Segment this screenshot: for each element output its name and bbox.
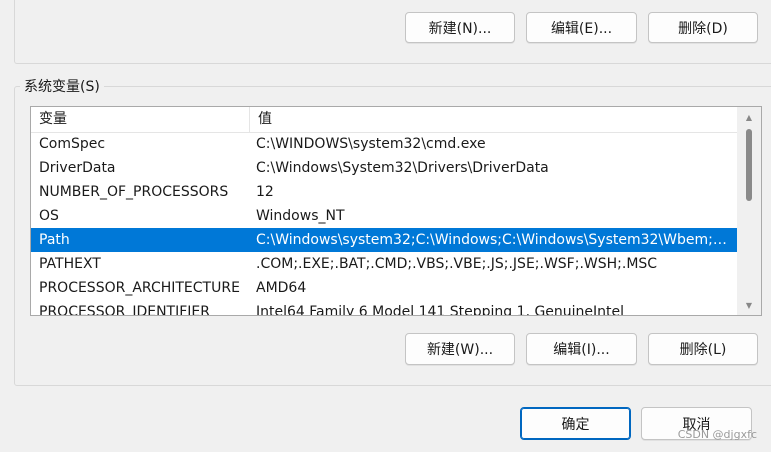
variable-name-cell: PATHEXT	[39, 256, 101, 272]
system-new-button[interactable]: 新建(W)...	[405, 333, 515, 365]
scroll-up-arrow-icon[interactable]: ▲	[737, 109, 761, 125]
variable-name-cell: NUMBER_OF_PROCESSORS	[39, 184, 229, 200]
table-row[interactable]: PROCESSOR_ARCHITECTURE AMD64	[31, 276, 737, 300]
column-header-name[interactable]: 变量	[31, 107, 249, 132]
variable-name-cell: ComSpec	[39, 136, 106, 152]
variable-value-cell: AMD64	[256, 280, 307, 296]
variable-value-cell: C:\Windows\system32;C:\Windows;C:\Window…	[256, 232, 734, 248]
system-variables-legend: 系统变量(S)	[20, 76, 104, 96]
list-rows: ComSpec C:\WINDOWS\system32\cmd.exe Driver…	[31, 132, 737, 316]
table-row[interactable]: NUMBER_OF_PROCESSORS 12	[31, 180, 737, 204]
table-row[interactable]: ComSpec C:\WINDOWS\system32\cmd.exe	[31, 132, 737, 156]
table-row[interactable]: PROCESSOR_IDENTIFIER Intel64 Family 6 Mod…	[31, 300, 737, 316]
list-header: 变量 值	[31, 107, 737, 133]
user-delete-button[interactable]: 删除(D)	[648, 12, 758, 43]
system-edit-button[interactable]: 编辑(I)...	[526, 333, 637, 365]
column-header-value[interactable]: 值	[250, 107, 730, 132]
variable-name-cell: OS	[39, 208, 59, 224]
vertical-scrollbar[interactable]: ▲ ▼	[737, 107, 761, 315]
ok-button[interactable]: 确定	[520, 407, 631, 440]
variable-name-cell: Path	[39, 232, 70, 248]
table-row[interactable]: Path C:\Windows\system32;C:\Windows;C:\Wi…	[31, 228, 737, 252]
system-delete-button[interactable]: 删除(L)	[648, 333, 758, 365]
watermark: CSDN @djgxfc	[677, 428, 757, 441]
table-row[interactable]: OS Windows_NT	[31, 204, 737, 228]
scroll-down-arrow-icon[interactable]: ▼	[737, 297, 761, 313]
variable-value-cell: C:\WINDOWS\system32\cmd.exe	[256, 136, 486, 152]
user-edit-button[interactable]: 编辑(E)...	[526, 12, 637, 43]
variable-value-cell: 12	[256, 184, 274, 200]
table-row[interactable]: PATHEXT .COM;.EXE;.BAT;.CMD;.VBS;.VBE;.JS…	[31, 252, 737, 276]
variable-name-cell: PROCESSOR_ARCHITECTURE	[39, 280, 240, 296]
scroll-thumb[interactable]	[746, 129, 752, 201]
variable-name-cell: PROCESSOR_IDENTIFIER	[39, 304, 210, 316]
variable-value-cell: Intel64 Family 6 Model 141 Stepping 1, G…	[256, 304, 625, 316]
variable-value-cell: C:\Windows\System32\Drivers\DriverData	[256, 160, 549, 176]
system-variables-list[interactable]: 变量 值 ComSpec C:\WINDOWS\system32\cmd.exe D…	[30, 106, 762, 316]
variable-value-cell: Windows_NT	[256, 208, 345, 224]
user-new-button[interactable]: 新建(N)...	[405, 12, 515, 43]
variable-value-cell: .COM;.EXE;.BAT;.CMD;.VBS;.VBE;.JS;.JSE;.…	[256, 256, 658, 272]
table-row[interactable]: DriverData C:\Windows\System32\Drivers\Dr…	[31, 156, 737, 180]
variable-name-cell: DriverData	[39, 160, 116, 176]
